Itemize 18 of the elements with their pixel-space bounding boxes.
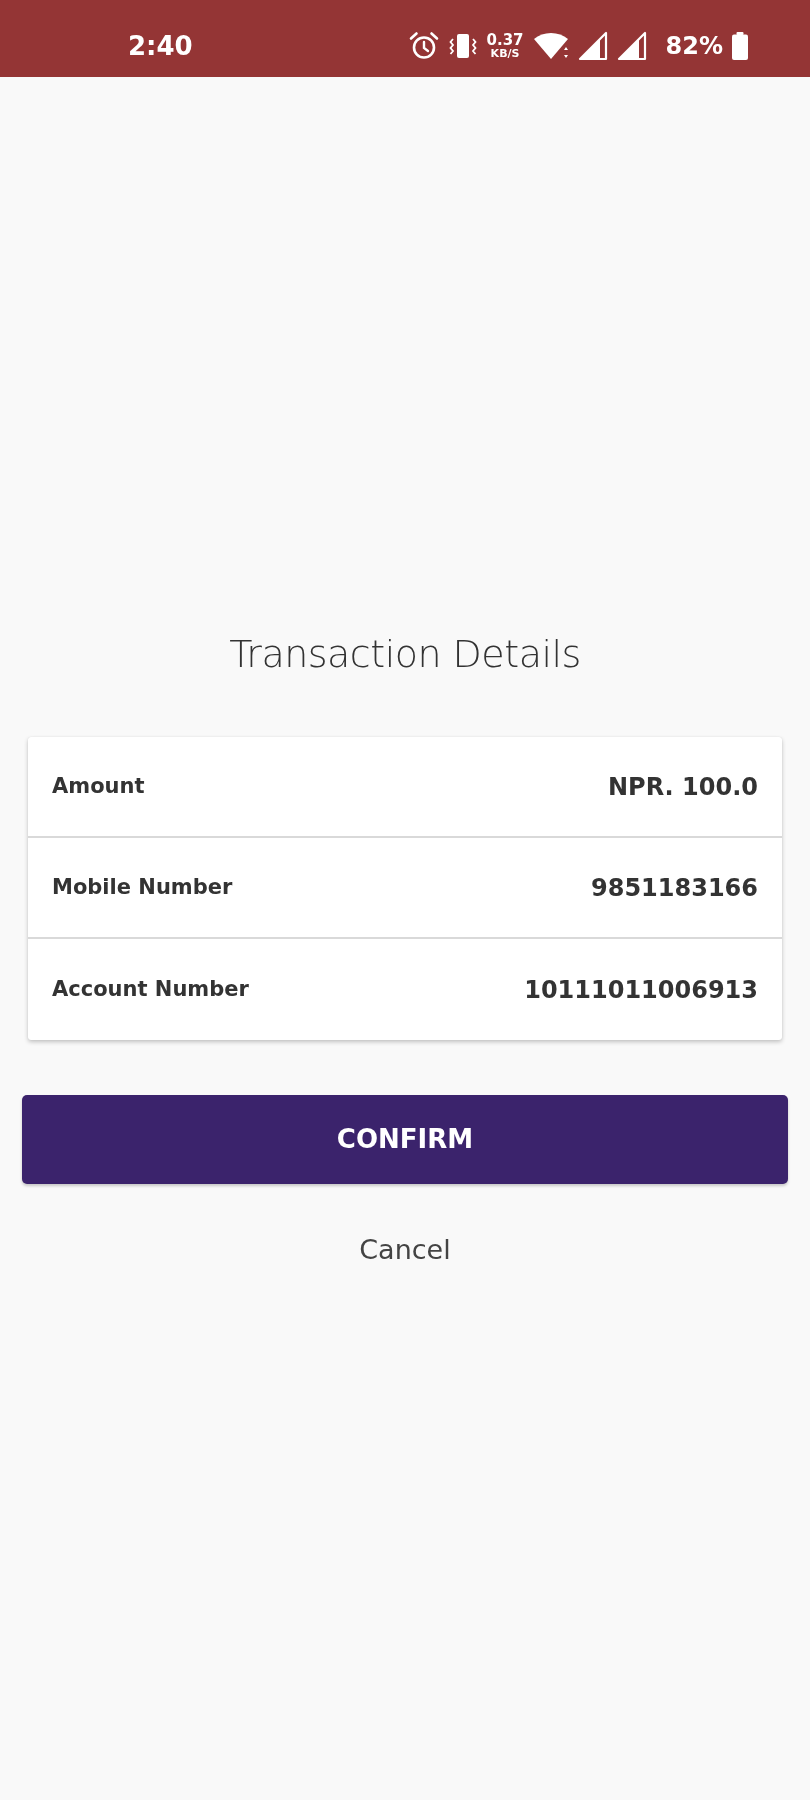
detail-label: Amount — [52, 772, 145, 800]
network-speed-unit: KB/S — [489, 47, 521, 59]
detail-value: NPR. 100.0 — [608, 771, 758, 803]
signal-icon — [577, 30, 608, 61]
alarm-clock-icon — [408, 30, 439, 61]
detail-value: 10111011006913 — [524, 974, 758, 1006]
detail-label: Account Number — [52, 975, 249, 1003]
detail-label: Mobile Number — [52, 873, 233, 901]
wifi-icon — [532, 31, 569, 60]
battery-icon — [732, 31, 748, 60]
screen-title: Transaction Details — [228, 631, 582, 678]
cancel-button[interactable]: Cancel — [349, 1226, 461, 1275]
network-speed-value: 0.37 — [486, 32, 524, 48]
status-time: 2:40 — [128, 32, 193, 59]
confirm-button[interactable]: CONFIRM — [22, 1095, 788, 1184]
detail-value: 9851183166 — [591, 872, 758, 904]
signal-icon — [616, 30, 647, 61]
battery-percent: 82% — [665, 33, 723, 58]
